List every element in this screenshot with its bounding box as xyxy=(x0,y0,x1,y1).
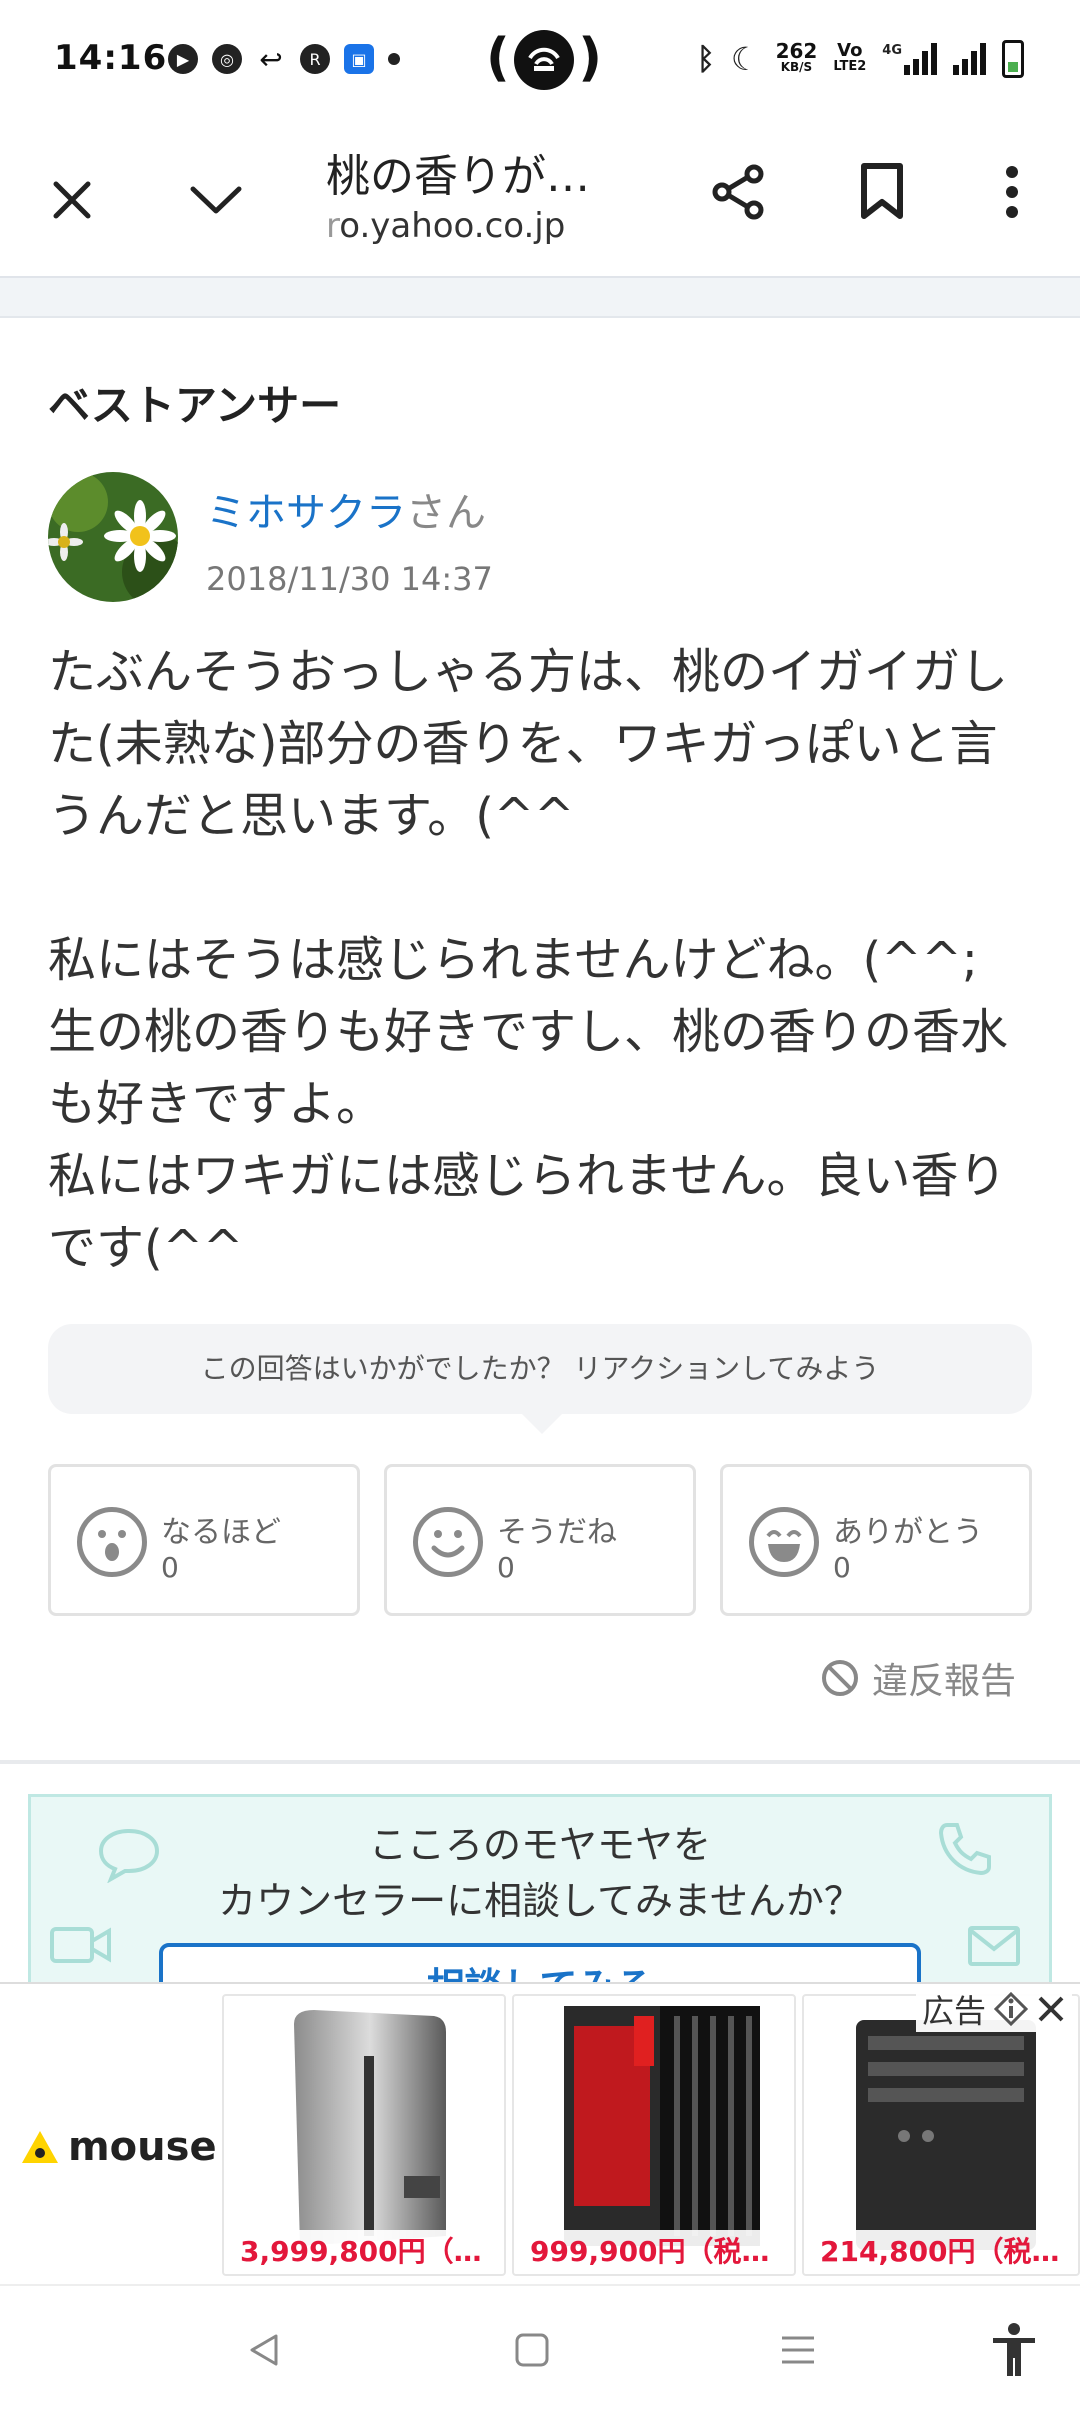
minimize-button[interactable] xyxy=(176,160,256,240)
product-price: 214,800円（税込） xyxy=(804,2230,1078,2270)
volte-indicator: Vo LTE2 xyxy=(833,40,867,75)
reaction-prompt: この回答はいかがでしたか？ リアクションしてみよう xyxy=(48,1324,1032,1434)
home-button[interactable] xyxy=(502,2320,562,2380)
bookmark-button[interactable] xyxy=(842,152,922,232)
close-tab-button[interactable] xyxy=(32,160,112,240)
report-link[interactable]: 違反報告 xyxy=(820,1652,1016,1704)
more-options-button[interactable] xyxy=(972,152,1052,232)
avatar[interactable] xyxy=(48,472,178,602)
ad-banner[interactable]: mouse 3,999,800円（税込） 999,900円（税込） xyxy=(0,1982,1080,2284)
recents-button[interactable] xyxy=(768,2320,828,2380)
back-triangle-icon xyxy=(250,2334,278,2366)
home-square-icon xyxy=(515,2333,549,2367)
mail-icon xyxy=(968,1926,1020,1966)
counsel-message: こころのモヤモヤを カウンセラーに相談してみませんか？ xyxy=(218,1823,862,1923)
ad-product-card[interactable]: 999,900円（税込） xyxy=(512,1994,796,2276)
chrome-icon: ◎ xyxy=(212,44,242,74)
ad-product-card[interactable]: 3,999,800円（税込） xyxy=(222,1994,506,2276)
chevron-down-icon xyxy=(190,186,242,214)
product-price: 3,999,800円（税込） xyxy=(224,2230,504,2270)
status-time: 14:16 xyxy=(54,38,168,78)
answer-body: たぶんそうおっしゃる方は、桃のイガイガした(未熟な)部分の香りを、ワキガっぽいと… xyxy=(48,644,1009,1276)
dnd-moon-icon: ☾ xyxy=(730,40,760,78)
rakuten-link-icon: R xyxy=(300,44,330,74)
android-icon: ▣ xyxy=(344,44,374,74)
video-camera-icon xyxy=(50,1927,111,1963)
adchoices-icon xyxy=(994,1992,1028,2026)
user-name-link[interactable]: ミホサクラ xyxy=(206,490,406,536)
system-status-icons: ᛒ ☾ 262 KB/S Vo LTE2 4G xyxy=(697,40,1024,78)
battery-icon xyxy=(1002,40,1024,78)
reaction-buttons: なるほど 0 そうだね 0 ありがとう 0 xyxy=(48,1464,1032,1616)
notification-icons: ▶ ◎ ↩ R ▣ xyxy=(168,42,400,76)
counsel-banner: こころのモヤモヤを カウンセラーに相談してみませんか？ 相談してみる xyxy=(28,1794,1052,1994)
mouse-logo[interactable]: mouse xyxy=(20,2124,217,2170)
status-bar: 14:16 ▶ ◎ ↩ R ▣ ( ) ᛒ ☾ 262 KB/S Vo LTE2… xyxy=(0,0,1080,120)
reaction-soudane-button[interactable]: そうだね 0 xyxy=(384,1464,696,1616)
best-answer-heading: ベストアンサー xyxy=(48,381,342,430)
signal-4g-icon: 4G xyxy=(882,43,937,75)
mouse-brand-icon xyxy=(22,2131,58,2163)
smile-face-icon xyxy=(413,1507,483,1577)
menu-lines-icon xyxy=(782,2336,814,2364)
notification-app-icon: ▶ xyxy=(168,44,198,74)
ad-badge[interactable]: 広告 xyxy=(915,1986,1072,2032)
hotspot-icon: ( ) xyxy=(486,28,602,90)
net-speed: 262 KB/S xyxy=(775,39,818,74)
share-icon xyxy=(712,164,764,220)
grin-face-icon xyxy=(749,1507,819,1577)
bookmark-icon xyxy=(861,163,903,219)
reaction-naruhodo-button[interactable]: なるほど 0 xyxy=(48,1464,360,1616)
more-vert-icon xyxy=(1006,166,1018,218)
signal-icon xyxy=(953,43,986,75)
bluetooth-icon: ᛒ xyxy=(696,41,715,77)
page-url: ro.yahoo.co.jp xyxy=(326,206,566,246)
close-icon xyxy=(53,181,91,219)
ad-product-card[interactable]: 214,800円（税込） xyxy=(802,1994,1080,2276)
page-title: 桃の香りが… xyxy=(326,151,590,202)
product-price: 999,900円（税込） xyxy=(514,2230,794,2270)
answer-date: 2018/11/30 14:37 xyxy=(206,560,493,598)
share-button[interactable] xyxy=(698,152,778,232)
browser-toolbar: 桃の香りが… ro.yahoo.co.jp xyxy=(0,120,1080,278)
surprised-face-icon xyxy=(77,1507,147,1577)
close-icon[interactable] xyxy=(1036,1994,1066,2024)
reply-icon: ↩ xyxy=(259,42,283,76)
back-button[interactable] xyxy=(234,2320,294,2380)
prohibited-icon xyxy=(821,1660,858,1696)
content-top-band xyxy=(0,278,1080,318)
accessibility-icon xyxy=(993,2323,1035,2376)
accessibility-button[interactable] xyxy=(984,2320,1044,2380)
user-name: ミホサクラさん xyxy=(206,490,486,536)
more-notifications-icon xyxy=(388,53,400,65)
system-nav-bar xyxy=(0,2284,1080,2412)
reaction-arigatou-button[interactable]: ありがとう 0 xyxy=(720,1464,1032,1616)
section-divider xyxy=(0,1760,1080,1764)
